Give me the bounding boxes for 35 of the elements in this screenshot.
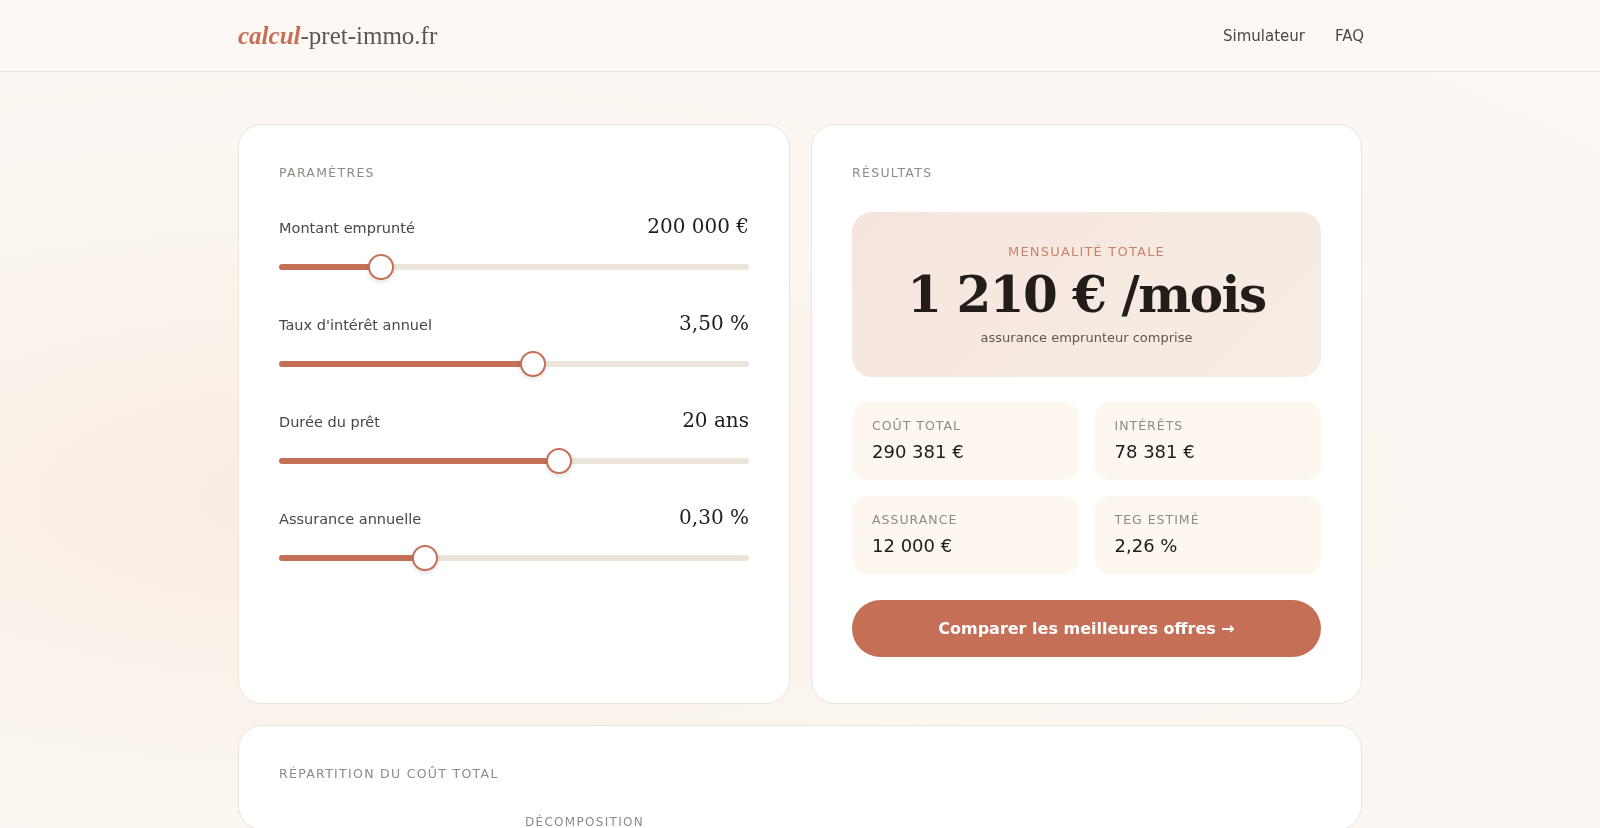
section-title: RÉPARTITION DU COÛT TOTAL (279, 766, 500, 781)
stat-value: 78 381 € (1114, 441, 1196, 462)
nav-link[interactable]: FAQ (1334, 26, 1364, 45)
monthly-note: assurance emprunteur comprise (979, 330, 1194, 345)
stat-label: COÛT TOTAL (872, 418, 962, 433)
section-title: RÉSULTATS (852, 165, 934, 180)
subsection-title: DÉCOMPOSITION (525, 815, 646, 828)
slider[interactable] (279, 254, 749, 280)
slider-thumb[interactable] (545, 448, 572, 474)
stat-label: TEG ESTIMÉ (1114, 512, 1201, 527)
stat-value: 290 381 € (872, 441, 965, 462)
site-logo[interactable]: calcul-pret-immo.fr (238, 21, 438, 50)
slider-thumb[interactable] (368, 254, 394, 280)
slider-label: Durée du prêt (279, 414, 380, 430)
slider-value: 20 ans (682, 408, 749, 432)
stat-label: ASSURANCE (872, 512, 959, 527)
monthly-label: MENSUALITÉ TOTALE (1006, 244, 1166, 259)
slider-thumb[interactable] (519, 351, 546, 377)
nav-link[interactable]: Simulateur (1223, 26, 1305, 45)
section-title: PARAMÈTRES (279, 165, 376, 180)
slider-value: 200 000 € (647, 214, 749, 238)
slider-label: Assurance annuelle (279, 511, 422, 527)
compare-button[interactable]: Comparer les meilleures offres → (852, 600, 1321, 657)
slider-value: 3,50 % (679, 311, 749, 335)
slider[interactable] (279, 448, 749, 474)
slider[interactable] (279, 545, 749, 571)
stat-value: 12 000 € (872, 535, 954, 556)
slider-label: Taux d'intérêt annuel (279, 317, 432, 333)
stat-label: INTÉRÊTS (1114, 418, 1185, 433)
slider-label: Montant emprunté (279, 220, 415, 236)
slider-thumb[interactable] (411, 545, 438, 571)
slider-value: 0,30 % (679, 505, 749, 529)
slider[interactable] (279, 351, 749, 377)
monthly-amount: 1 210 € /mois (906, 265, 1267, 324)
stat-value: 2,26 % (1114, 535, 1179, 556)
